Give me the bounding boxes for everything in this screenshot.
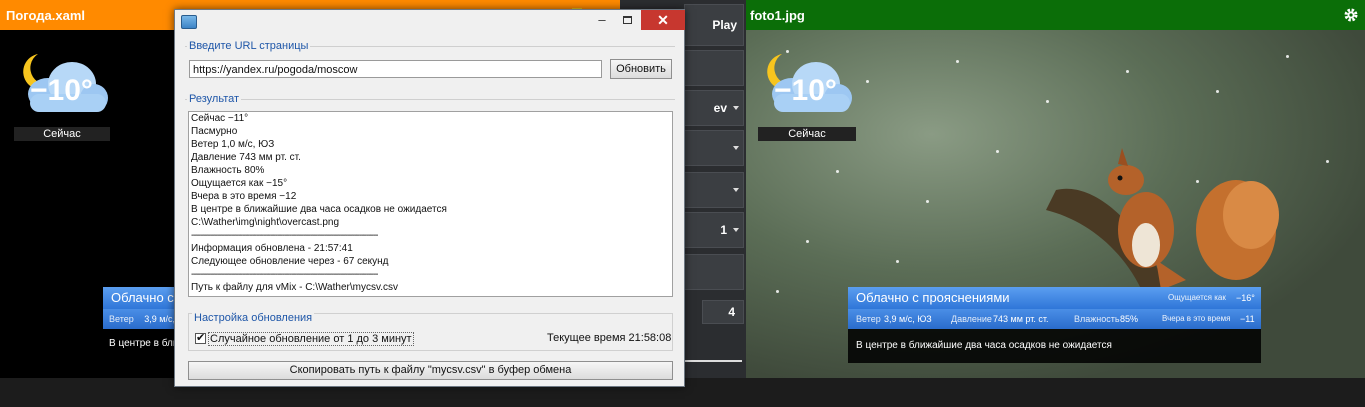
maximize-icon — [623, 16, 632, 24]
result-line: Сейчас −11° — [191, 113, 249, 124]
copy-path-button[interactable]: Скопировать путь к файлу "mycsv.csv" в б… — [188, 361, 673, 380]
dropdown-1-label: ev — [713, 101, 727, 115]
right-preview-window: foto1.jpg −10° Сейчас Облачно с прояснен… — [746, 0, 1365, 378]
feels-label: Ощущается как — [1168, 293, 1226, 302]
result-line: Пасмурно — [191, 126, 238, 137]
result-group-line — [185, 99, 675, 100]
yesterday-value: −11 — [1240, 314, 1255, 324]
humidity-label: Влажность — [1074, 314, 1120, 324]
pressure-label: Давление — [951, 314, 992, 324]
result-line: Давление 743 мм рт. ст. — [191, 152, 301, 163]
panel-number-label: 4 — [728, 305, 735, 319]
result-separator: ----------------------------------------… — [191, 269, 378, 280]
result-line: Путь к файлу для vMix - C:\Wather\mycsv.… — [191, 282, 398, 293]
random-update-checkbox[interactable]: ✔ — [195, 332, 206, 344]
panel-number-button[interactable]: 4 — [702, 300, 744, 324]
result-line: В центре в ближайшие два часа осадков не… — [191, 204, 447, 215]
left-card-row: Ветер 3,9 м/с, Ю — [103, 309, 175, 329]
result-textbox[interactable]: Сейчас −11° Пасмурно Ветер 1,0 м/с, ЮЗ Д… — [188, 111, 673, 297]
right-card: Облачно с прояснениями Ощущается как −16… — [848, 287, 1261, 363]
left-now-label: Сейчас — [14, 127, 110, 141]
right-card-title: Облачно с прояснениями Ощущается как −16… — [848, 287, 1261, 309]
app-icon — [181, 15, 197, 29]
panel-dropdown-3[interactable] — [684, 172, 744, 208]
yesterday-label: Вчера в это время — [1162, 314, 1231, 323]
refresh-button[interactable]: Обновить — [610, 59, 672, 79]
panel-button-2[interactable] — [684, 50, 744, 86]
squirrel-illustration — [1046, 148, 1279, 300]
result-line: Следующее обновление через - 67 секунд — [191, 256, 389, 267]
gear-icon[interactable] — [1343, 7, 1359, 23]
dialog-titlebar[interactable]: – ✕ — [175, 10, 685, 32]
chevron-down-icon — [733, 228, 739, 232]
panel-dropdown-4[interactable]: 1 — [684, 212, 744, 248]
right-card-row: Ветер 3,9 м/с, ЮЗ Давление 743 мм рт. ст… — [848, 309, 1261, 329]
result-line: Ветер 1,0 м/с, ЮЗ — [191, 139, 275, 150]
humidity-value: 85% — [1120, 314, 1139, 324]
chevron-down-icon — [733, 188, 739, 192]
weather-dialog: – ✕ Введите URL страницы https://yandex.… — [174, 9, 685, 387]
url-input[interactable]: https://yandex.ru/pogoda/moscow — [189, 60, 602, 78]
panel-button-5[interactable] — [684, 254, 744, 290]
play-button[interactable]: Play — [684, 4, 744, 46]
checkmark-icon: ✔ — [196, 332, 206, 344]
right-card-desc: В центре в ближайшие два часа осадков не… — [848, 329, 1261, 363]
url-group-label: Введите URL страницы — [187, 40, 311, 52]
right-desc-text: В центре в ближайшие два часа осадков не… — [856, 340, 1112, 351]
panel-dropdown-1[interactable]: ev — [684, 90, 744, 126]
result-line: Информация обновлена - 21:57:41 — [191, 243, 353, 254]
close-button[interactable]: ✕ — [641, 10, 685, 30]
maximize-button[interactable] — [615, 12, 641, 30]
panel-dropdown-2[interactable] — [684, 130, 744, 166]
left-window-title: Погода.xaml — [6, 8, 86, 23]
minimize-button[interactable]: – — [589, 12, 615, 30]
left-card-desc: В центре в ближ — [103, 329, 185, 357]
current-time: Текущее время 21:58:08 — [547, 332, 672, 344]
pressure-value: 743 мм рт. ст. — [993, 314, 1049, 324]
left-wind-label: Ветер — [109, 314, 134, 324]
left-card-title: Облачно с п — [103, 287, 175, 309]
dropdown-4-label: 1 — [720, 223, 727, 237]
right-temperature: −10° — [774, 74, 837, 107]
left-temperature: −10° — [30, 74, 93, 107]
right-now-label: Сейчас — [758, 127, 856, 141]
right-window-titlebar[interactable]: foto1.jpg — [746, 0, 1365, 30]
wind-value: 3,9 м/с, ЮЗ — [884, 314, 932, 324]
result-separator: ----------------------------------------… — [191, 230, 378, 241]
chevron-down-icon — [733, 106, 739, 110]
wind-label: Ветер — [856, 314, 881, 324]
right-card-title-text: Облачно с прояснениями — [856, 290, 1010, 305]
chevron-down-icon — [733, 146, 739, 150]
right-window-title: foto1.jpg — [750, 8, 805, 23]
result-group-label: Результат — [187, 93, 242, 105]
feels-value: −16° — [1236, 293, 1255, 303]
left-wind-value: 3,9 м/с, Ю — [144, 314, 175, 324]
settings-group-label: Настройка обновления — [192, 312, 315, 324]
result-line: Ощущается как −15° — [191, 178, 288, 189]
left-card: Облачно с п Ветер 3,9 м/с, Ю В центре в … — [103, 287, 185, 357]
random-update-label[interactable]: Случайное обновление от 1 до 3 минут — [208, 332, 414, 346]
play-button-label: Play — [712, 18, 737, 32]
result-line: Вчера в это время −12 — [191, 191, 297, 202]
result-line: C:\Wather\img\night\overcast.png — [191, 217, 340, 228]
result-line: Влажность 80% — [191, 165, 265, 176]
panel-divider — [684, 360, 742, 362]
